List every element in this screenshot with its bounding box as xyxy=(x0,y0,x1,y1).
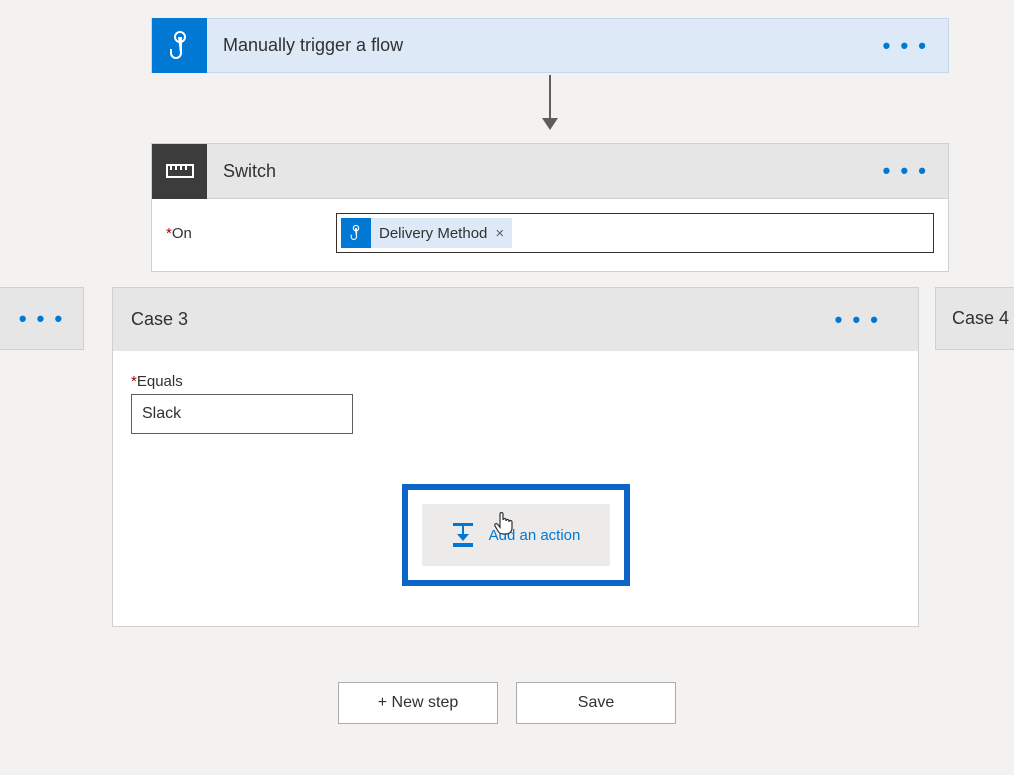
case-body: *Equals Add an action xyxy=(113,351,918,626)
insert-action-icon xyxy=(451,523,475,547)
case-card: Case 3 • • • *Equals Add an action xyxy=(112,287,919,627)
token-remove-icon[interactable]: × xyxy=(495,225,504,242)
equals-input[interactable] xyxy=(131,394,353,434)
next-case-card[interactable]: Case 4 xyxy=(935,287,1014,350)
case-header[interactable]: Case 3 • • • xyxy=(113,288,918,351)
token-label: Delivery Method xyxy=(379,225,487,242)
bottom-button-row: + New step Save xyxy=(0,682,1014,724)
new-step-button[interactable]: + New step xyxy=(338,682,498,724)
next-case-title: Case 4 xyxy=(952,308,1009,329)
switch-more-menu[interactable]: • • • xyxy=(883,158,928,184)
save-button[interactable]: Save xyxy=(516,682,676,724)
token-icon-box xyxy=(341,218,371,248)
tutorial-highlight: Add an action xyxy=(402,484,630,586)
on-value-input[interactable]: Delivery Method × xyxy=(336,213,934,253)
flow-arrow xyxy=(549,75,551,130)
prev-case-more-menu[interactable]: • • • xyxy=(19,306,64,332)
trigger-more-menu[interactable]: • • • xyxy=(883,33,928,59)
switch-body: *On Delivery Method × xyxy=(152,199,948,271)
switch-header[interactable]: Switch • • • xyxy=(152,144,948,199)
manual-trigger-token-icon xyxy=(349,224,363,242)
case-title: Case 3 xyxy=(131,309,188,330)
equals-label: *Equals xyxy=(131,373,900,390)
switch-icon-box xyxy=(152,144,207,199)
switch-card: Switch • • • *On Delivery Method × xyxy=(151,143,949,272)
on-token-pill: Delivery Method × xyxy=(341,218,512,248)
trigger-card[interactable]: Manually trigger a flow • • • xyxy=(151,18,949,73)
add-action-button[interactable]: Add an action xyxy=(422,504,610,566)
prev-case-card[interactable]: • • • xyxy=(0,287,84,350)
on-field-label: *On xyxy=(166,225,336,242)
switch-icon xyxy=(166,164,194,178)
switch-label: Switch xyxy=(223,161,276,182)
trigger-label: Manually trigger a flow xyxy=(223,35,403,56)
add-action-label: Add an action xyxy=(489,527,581,544)
trigger-icon-box xyxy=(152,18,207,73)
case-more-menu[interactable]: • • • xyxy=(835,307,880,333)
manual-trigger-icon xyxy=(167,31,193,61)
